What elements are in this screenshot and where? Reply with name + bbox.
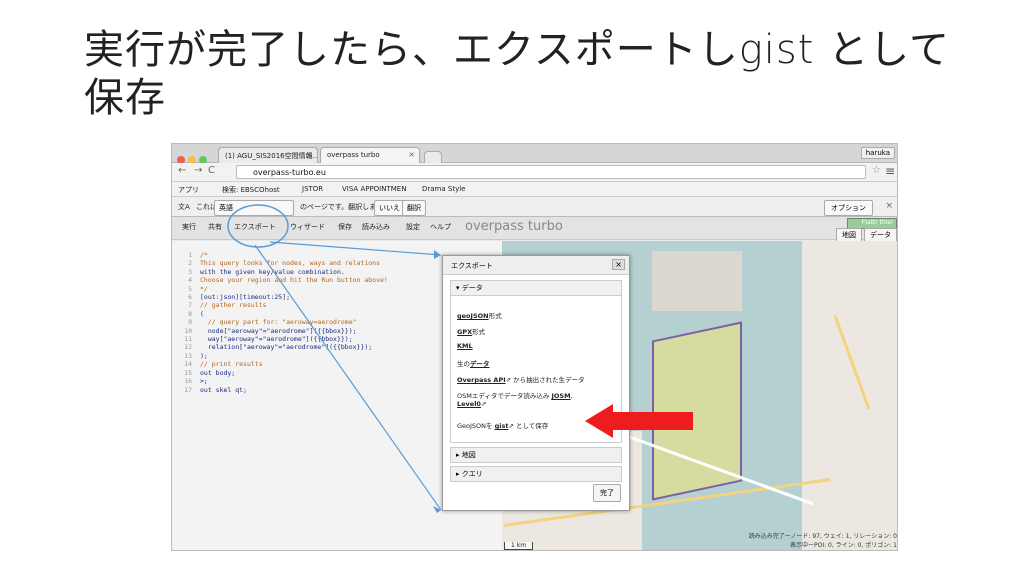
code-line: // print results — [200, 360, 263, 369]
bookmark-star-icon[interactable]: ☆ — [872, 165, 881, 176]
bookmark-apps[interactable]: アプリ — [178, 185, 199, 195]
bookmark-jstor[interactable]: JSTOR — [302, 185, 323, 193]
code-line: Choose your region and hit the Run butto… — [200, 276, 388, 285]
code-line: node["aeroway"="aerodrome"]({{bbox}}); — [200, 326, 357, 335]
code-line: ( — [200, 309, 204, 318]
run-button[interactable]: 実行 — [182, 222, 196, 232]
wizard-button[interactable]: ウィザード — [290, 222, 325, 232]
bookmark-ebsco[interactable]: 検索: EBSCOhost — [222, 185, 280, 195]
bookmark-visa[interactable]: VISA APPOINTMEN — [342, 185, 406, 193]
line-number: 3 — [188, 267, 192, 276]
external-link-icon: ⇗ — [480, 400, 487, 408]
save-button[interactable]: 保存 — [338, 222, 352, 232]
translate-button[interactable]: 翻訳 — [402, 200, 426, 216]
export-dialog: エクスポート × ▾ データ geoJSON形式 GPX形式 KML 生のデータ … — [442, 255, 630, 511]
tab-map[interactable]: 地図 — [836, 228, 862, 242]
export-raw[interactable]: 生のデータ — [457, 358, 490, 368]
dialog-title: エクスポート × — [443, 256, 629, 275]
bookmark-drama[interactable]: Drama Style — [422, 185, 465, 193]
overpass-toolbar: 実行 共有 エクスポート ウィザード 保存 読み込み 設定 ヘルプ overpa… — [172, 217, 897, 242]
done-button[interactable]: 完了 — [593, 484, 621, 502]
code-line: relation["aeroway"="aerodrome"]({{bbox}}… — [200, 343, 373, 352]
line-number: 13 — [184, 351, 192, 360]
line-number: 14 — [184, 360, 192, 369]
close-tab-icon[interactable]: × — [306, 150, 313, 159]
reload-icon[interactable]: C — [208, 165, 215, 176]
brand-title: overpass turbo — [465, 219, 563, 234]
close-tab-icon[interactable]: × — [408, 150, 415, 159]
red-arrow-annotation — [585, 404, 693, 438]
code-line: This query looks for nodes, ways and rel… — [200, 259, 381, 268]
tab-agu[interactable]: (1) AGU_SIS2016空間情報… × — [218, 147, 318, 163]
share-button[interactable]: 共有 — [208, 222, 222, 232]
line-number: 17 — [184, 385, 192, 394]
line-number: 7 — [188, 301, 192, 310]
export-gpx[interactable]: GPX形式 — [457, 326, 485, 336]
tab-overpass[interactable]: overpass turbo × — [320, 147, 420, 163]
close-icon[interactable]: × — [885, 201, 893, 211]
map-scale: 1 km — [504, 542, 534, 550]
language-select[interactable]: 英語 — [214, 200, 294, 216]
code-line: out body; — [200, 368, 236, 377]
line-number: 5 — [188, 284, 192, 293]
export-geojson[interactable]: geoJSON形式 — [457, 310, 502, 320]
code-line: ); — [200, 351, 208, 360]
line-numbers: 1 2 3 4 5 6 7 8 9 10 11 12 13 14 15 16 17 — [174, 251, 192, 394]
export-overpass-api[interactable]: Overpass API⇗ から抽出された生データ — [457, 374, 585, 384]
forward-icon[interactable]: → — [194, 165, 202, 176]
help-button[interactable]: ヘルプ — [430, 222, 451, 232]
code-line: [out:json][timeout:25]; — [200, 293, 291, 302]
line-number: 16 — [184, 377, 192, 386]
line-number: 2 — [188, 259, 192, 268]
line-number: 9 — [188, 318, 192, 327]
translate-no-button[interactable]: いいえ — [374, 200, 405, 216]
load-button[interactable]: 読み込み — [362, 222, 390, 232]
code-line: way["aeroway"="aerodrome"]({{bbox}}); — [200, 335, 353, 344]
menu-icon[interactable]: ≡ — [885, 164, 895, 178]
tab-bar: (1) AGU_SIS2016空間情報… × overpass turbo × ha… — [172, 144, 897, 164]
settings-button[interactable]: 設定 — [406, 222, 420, 232]
query-code[interactable]: /* This query looks for nodes, ways and r… — [200, 251, 388, 394]
user-profile-button[interactable]: haruka — [860, 147, 895, 159]
export-level0[interactable]: Level0⇗ — [457, 400, 486, 408]
line-number: 12 — [184, 343, 192, 352]
address-bar: ← → C overpass-turbo.eu ☆ ≡ — [172, 163, 897, 182]
slide-title: 実行が完了したら、エクスポートしgist として保存 — [84, 27, 950, 121]
land-area — [652, 251, 742, 311]
code-line: // gather results — [200, 301, 267, 310]
tab-data[interactable]: データ — [864, 228, 897, 242]
code-line: */ — [200, 284, 208, 293]
line-number: 11 — [184, 335, 192, 344]
export-kml[interactable]: KML — [457, 342, 473, 350]
browser-screenshot: (1) AGU_SIS2016空間情報… × overpass turbo × ha… — [171, 143, 898, 551]
line-number: 10 — [184, 326, 192, 335]
close-icon[interactable]: × — [612, 259, 625, 270]
section-query[interactable]: ▸ クエリ — [450, 466, 622, 482]
new-tab-button[interactable] — [424, 151, 442, 163]
translate-options-button[interactable]: オプション — [824, 200, 873, 216]
line-number: 6 — [188, 293, 192, 302]
export-button[interactable]: エクスポート — [234, 222, 276, 232]
code-line: >; — [200, 377, 208, 386]
export-gist[interactable]: GeoJSONを gist⇗ として保存 — [457, 420, 548, 430]
code-line: // query part for: "aeroway=aerodrome" — [200, 318, 357, 327]
code-line: out skel qt; — [200, 385, 247, 394]
back-icon[interactable]: ← — [178, 165, 186, 176]
line-number: 15 — [184, 368, 192, 377]
section-map[interactable]: ▸ 地図 — [450, 447, 622, 463]
url-input[interactable]: overpass-turbo.eu — [236, 165, 866, 179]
bookmarks-bar: アプリ 検索: EBSCOhost JSTOR VISA APPOINTMEN … — [172, 182, 897, 197]
code-line: /* — [200, 251, 208, 259]
line-number: 8 — [188, 309, 192, 318]
line-number: 4 — [188, 276, 192, 285]
export-josm[interactable]: OSMエディタでデータ読み込み JOSM, — [457, 390, 573, 400]
map-info: 読み込み完了ーノード: 97, ウェイ: 1, リレーション: 0 表示中ーPOI… — [748, 533, 897, 549]
line-number: 1 — [188, 251, 192, 259]
translate-bar: 文A これは 英語 のページです。翻訳しますか？ いいえ 翻訳 オプション × — [172, 197, 897, 217]
translate-icon: 文A — [178, 203, 190, 211]
code-line: with the given key/value combination. — [200, 267, 345, 276]
land-area — [802, 241, 897, 550]
